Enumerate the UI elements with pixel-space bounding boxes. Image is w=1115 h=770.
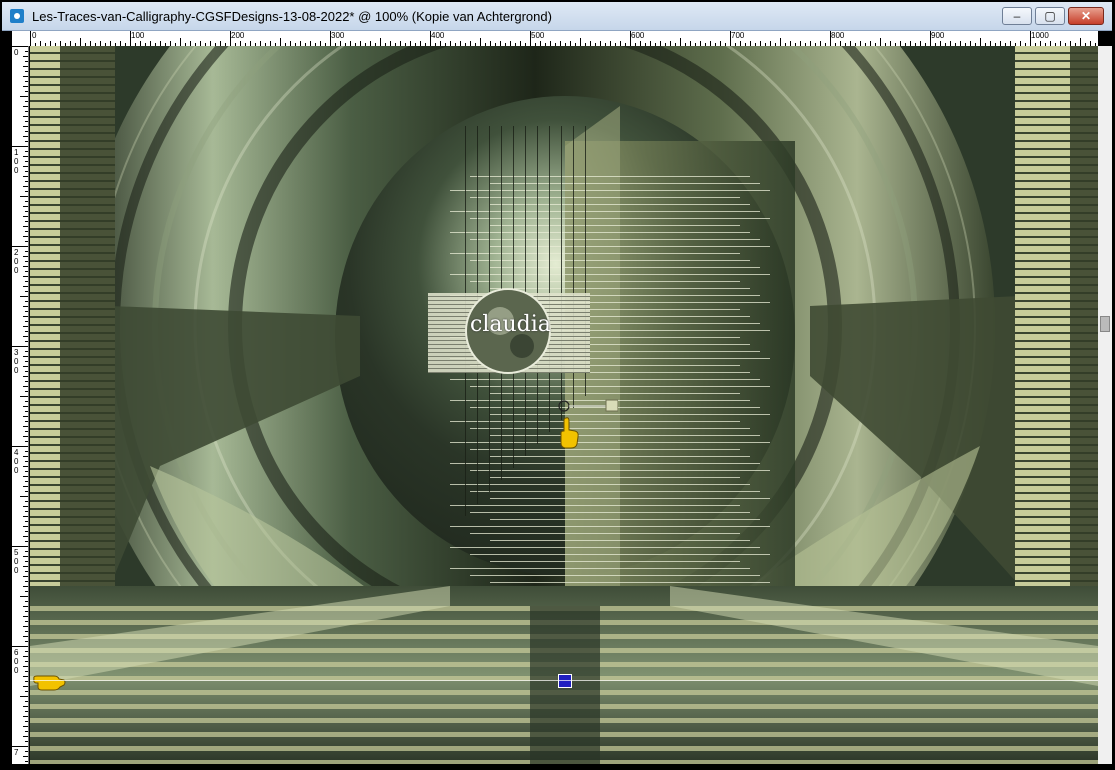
hand-left-icon [33,675,66,691]
ruler-label: 4 0 0 [14,448,19,475]
image-window: Les-Traces-van-Calligraphy-CGSFDesigns-1… [0,0,1115,770]
maximize-button[interactable]: ▢ [1035,7,1065,25]
ruler-label: 0 [32,31,37,40]
ruler-label: 100 [131,31,145,40]
ruler-label: 7 [14,748,19,757]
ruler-label: 600 [631,31,645,40]
ruler-label: 1 0 0 [14,148,19,175]
watermark-text: claudia [470,312,551,337]
ruler-label: 0 [14,48,19,57]
close-button[interactable]: ✕ [1068,7,1104,25]
ruler-label: 5 0 0 [14,548,19,575]
guide-line[interactable] [30,680,1098,681]
vertical-scrollbar[interactable] [1098,46,1112,764]
ruler-horizontal[interactable]: 0 100 200 300 400 500 600 700 800 900 10… [30,31,1098,47]
window-title: Les-Traces-van-Calligraphy-CGSFDesigns-1… [32,9,552,24]
scrollbar-thumb[interactable] [1100,316,1110,332]
title-bar[interactable]: Les-Traces-van-Calligraphy-CGSFDesigns-1… [2,2,1112,31]
ruler-label: 6 0 0 [14,648,19,675]
ruler-label: 1000 [1031,31,1049,40]
ruler-label: 500 [531,31,545,40]
image-canvas[interactable]: claudia [30,46,1098,764]
ruler-vertical[interactable]: 0 1 0 0 2 0 0 3 0 0 4 0 0 5 0 0 6 0 0 7 [12,46,29,764]
ruler-label: 900 [931,31,945,40]
minimize-button[interactable]: – [1002,7,1032,25]
ruler-label: 800 [831,31,845,40]
app-icon[interactable] [10,9,24,23]
ruler-label: 2 0 0 [14,248,19,275]
hand-pointer-icon [560,417,579,449]
ruler-label: 3 0 0 [14,348,19,375]
ruler-label: 200 [231,31,245,40]
ruler-corner [12,31,30,46]
ruler-label: 300 [331,31,345,40]
ruler-label: 400 [431,31,445,40]
selection-marker[interactable] [558,674,572,688]
ruler-label: 700 [731,31,745,40]
